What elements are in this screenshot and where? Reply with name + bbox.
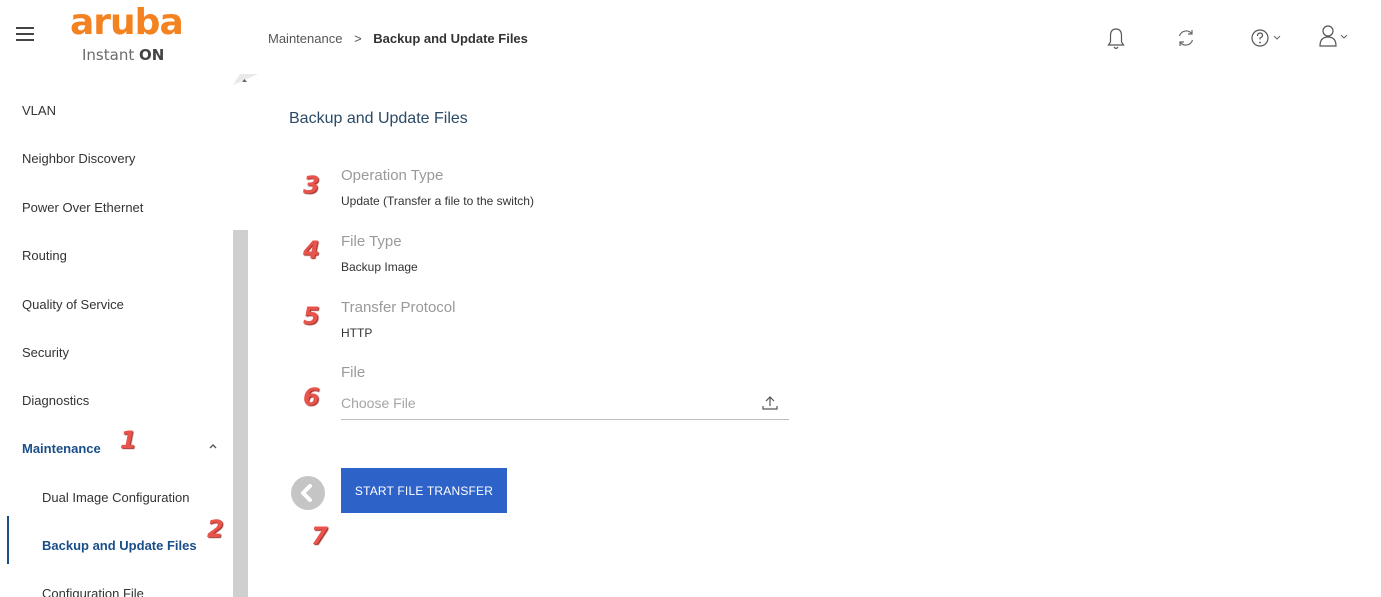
file-type-value: Backup Image [341,260,418,274]
refresh-icon[interactable] [1176,28,1196,48]
annotation-1: 1 [120,426,137,454]
help-icon[interactable] [1251,28,1283,48]
start-file-transfer-button[interactable]: START FILE TRANSFER [341,468,507,513]
chevron-left-icon [301,484,312,502]
user-icon[interactable] [1318,24,1364,50]
breadcrumb-separator: > [354,31,362,46]
sidebar-item-quality-of-service[interactable]: Quality of Service [22,297,124,312]
sidebar-item-vlan[interactable]: VLAN [22,103,56,118]
file-chooser-input[interactable]: Choose File [341,392,789,420]
transfer-protocol-value: HTTP [341,326,373,340]
top-header: aruba Instant ON Maintenance > Backup an… [0,0,1381,80]
sidebar-subitem-dual-image-configuration[interactable]: Dual Image Configuration [42,490,189,505]
operation-type-value: Update (Transfer a file to the switch) [341,194,534,208]
sidebar-scrollbar[interactable] [233,230,248,597]
operation-type-label: Operation Type [341,167,444,184]
logo-sub-brand: ON [138,46,165,64]
hamburger-menu-icon[interactable] [16,27,34,43]
sidebar-item-security[interactable]: Security [22,345,69,360]
breadcrumb-current: Backup and Update Files [373,31,528,46]
transfer-protocol-label: Transfer Protocol [341,299,456,316]
sidebar-item-power-over-ethernet[interactable]: Power Over Ethernet [22,200,143,215]
bell-icon[interactable] [1107,26,1125,52]
file-type-label: File Type [341,233,402,250]
breadcrumb: Maintenance > Backup and Update Files [268,31,528,46]
annotation-6: 6 [303,383,320,411]
file-placeholder: Choose File [341,395,416,411]
annotation-2: 2 [207,515,224,543]
logo-sub-prefix: Instant [82,46,139,64]
sidebar-subitem-backup-and-update-files[interactable]: Backup and Update Files [42,538,197,553]
aruba-logo: aruba Instant ON [70,2,184,68]
logo-subtitle: Instant ON [82,46,164,64]
breadcrumb-parent[interactable]: Maintenance [268,31,342,46]
back-button[interactable] [291,476,325,510]
sidebar-item-routing[interactable]: Routing [22,248,67,263]
selected-indicator [7,516,9,564]
collapse-sidebar-icon[interactable] [232,72,258,86]
sidebar-subitem-configuration-file[interactable]: Configuration File [42,586,144,597]
annotation-7: 7 [311,522,328,550]
logo-wordmark: aruba [70,2,184,43]
file-label: File [341,364,366,381]
annotation-3: 3 [303,171,320,199]
chevron-up-icon[interactable] [208,441,218,451]
sidebar-item-maintenance[interactable]: Maintenance [22,441,101,456]
annotation-5: 5 [303,302,320,330]
sidebar-item-diagnostics[interactable]: Diagnostics [22,393,89,408]
annotation-4: 4 [303,236,320,264]
sidebar-item-neighbor-discovery[interactable]: Neighbor Discovery [22,151,135,166]
page-title: Backup and Update Files [289,110,468,127]
upload-icon[interactable] [761,394,779,412]
